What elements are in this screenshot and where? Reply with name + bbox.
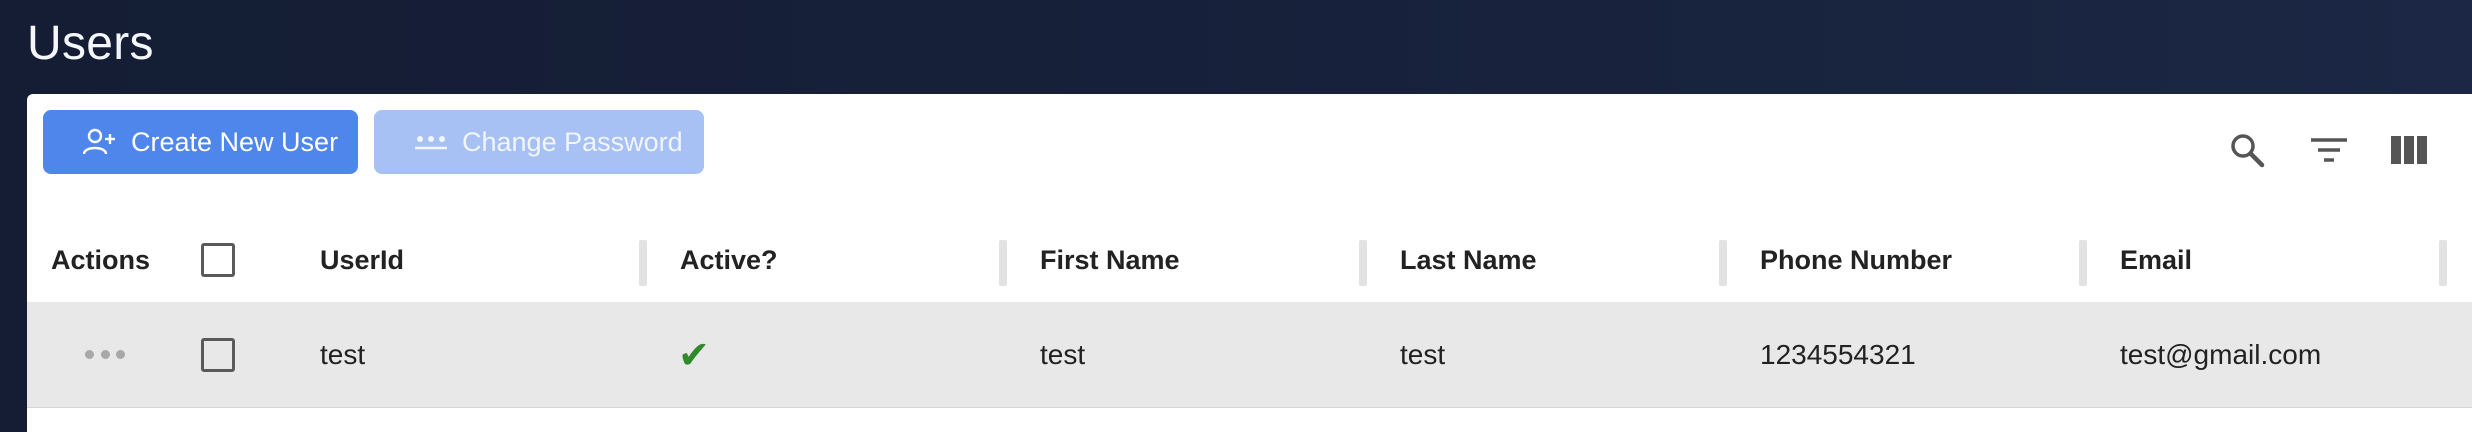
column-header-email[interactable]: Email xyxy=(2120,218,2192,302)
select-all-checkbox[interactable] xyxy=(201,243,235,277)
column-resize-handle[interactable] xyxy=(1719,240,1727,286)
column-resize-handle[interactable] xyxy=(999,240,1007,286)
column-header-userid[interactable]: UserId xyxy=(320,218,404,302)
create-new-user-label: Create New User xyxy=(131,126,339,157)
cell-phone-number: 1234554321 xyxy=(1760,339,1916,370)
column-resize-handle[interactable] xyxy=(2079,240,2087,286)
column-header-active[interactable]: Active? xyxy=(680,218,778,302)
row-select-checkbox[interactable] xyxy=(201,338,235,372)
cell-userid: test xyxy=(320,339,366,370)
cell-first-name: test xyxy=(1040,339,1086,370)
column-resize-handle[interactable] xyxy=(1359,240,1367,286)
column-header-first-name[interactable]: First Name xyxy=(1040,218,1180,302)
columns-icon[interactable] xyxy=(2387,128,2431,172)
cell-last-name: test xyxy=(1400,339,1446,370)
column-header-last-name[interactable]: Last Name xyxy=(1400,218,1537,302)
filter-icon[interactable] xyxy=(2307,128,2351,172)
add-user-icon xyxy=(83,127,119,157)
search-icon[interactable] xyxy=(2225,128,2269,172)
column-resize-handle[interactable] xyxy=(639,240,647,286)
column-header-phone-number[interactable]: Phone Number xyxy=(1760,218,1952,302)
change-password-button[interactable]: Change Password xyxy=(374,110,704,174)
checkmark-icon: ✔ xyxy=(678,334,710,377)
column-resize-handle[interactable] xyxy=(2439,240,2447,286)
create-new-user-button[interactable]: Create New User xyxy=(43,110,358,174)
table-row[interactable]: test ✔ test test 1234554321 test@gmail.c… xyxy=(27,302,2472,408)
cell-email: test@gmail.com xyxy=(2120,339,2322,370)
table-header-row: Actions UserId Active? First Name Last N… xyxy=(27,218,2472,302)
password-dots-icon xyxy=(414,127,450,157)
change-password-label: Change Password xyxy=(462,126,683,157)
column-header-actions: Actions xyxy=(51,244,151,275)
page-title: Users xyxy=(27,17,154,70)
users-table-panel: Create New User Change Password Actions … xyxy=(27,94,2472,432)
more-dots-icon[interactable] xyxy=(85,346,125,362)
